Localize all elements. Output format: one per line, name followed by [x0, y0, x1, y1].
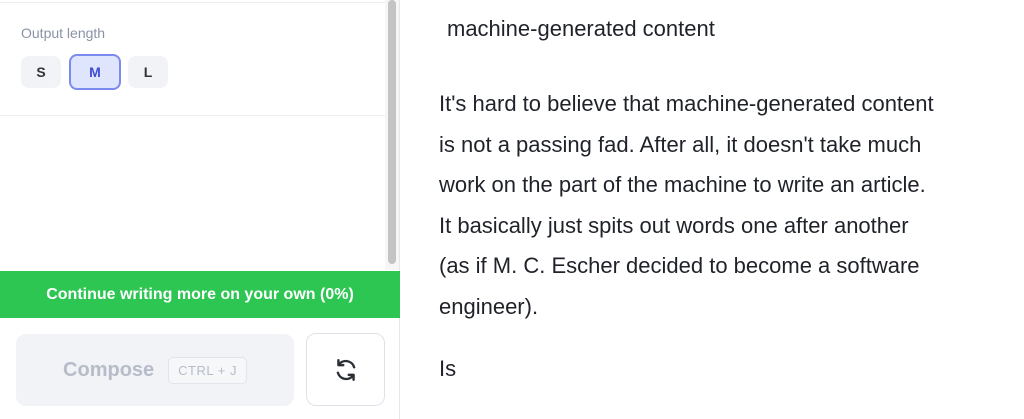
compose-button[interactable]: Compose CTRL + J — [16, 334, 294, 406]
settings-panel: Output length S M L Continue writing mor… — [0, 0, 400, 419]
output-length-label: Output length — [21, 25, 106, 41]
length-option-s[interactable]: S — [21, 56, 61, 88]
length-option-l[interactable]: L — [128, 56, 168, 88]
document-paragraph[interactable]: It's hard to believe that machine-genera… — [439, 84, 1009, 328]
scrollbar-thumb[interactable] — [388, 0, 396, 264]
divider — [0, 2, 385, 3]
paragraph-line: It's hard to believe that machine-genera… — [439, 91, 934, 116]
paragraph-line: engineer). — [439, 293, 539, 319]
refresh-button[interactable] — [306, 333, 385, 406]
paragraph-line: It basically just spits out words one af… — [439, 212, 909, 238]
continue-writing-bar[interactable]: Continue writing more on your own (0%) — [0, 271, 400, 318]
length-option-m[interactable]: M — [69, 54, 121, 90]
paragraph-line: (as if M. C. Escher decided to become a … — [439, 253, 920, 279]
document-next-paragraph[interactable]: Is — [439, 356, 456, 382]
document-title[interactable]: machine-generated content — [447, 16, 715, 42]
divider — [0, 115, 385, 116]
refresh-icon — [336, 358, 355, 381]
paragraph-line: is not a passing fad. After all, it does… — [439, 131, 922, 157]
compose-label: Compose — [63, 358, 155, 381]
shortcut-hint: CTRL + J — [168, 356, 247, 384]
paragraph-line: work on the part of the machine to write… — [439, 172, 926, 198]
